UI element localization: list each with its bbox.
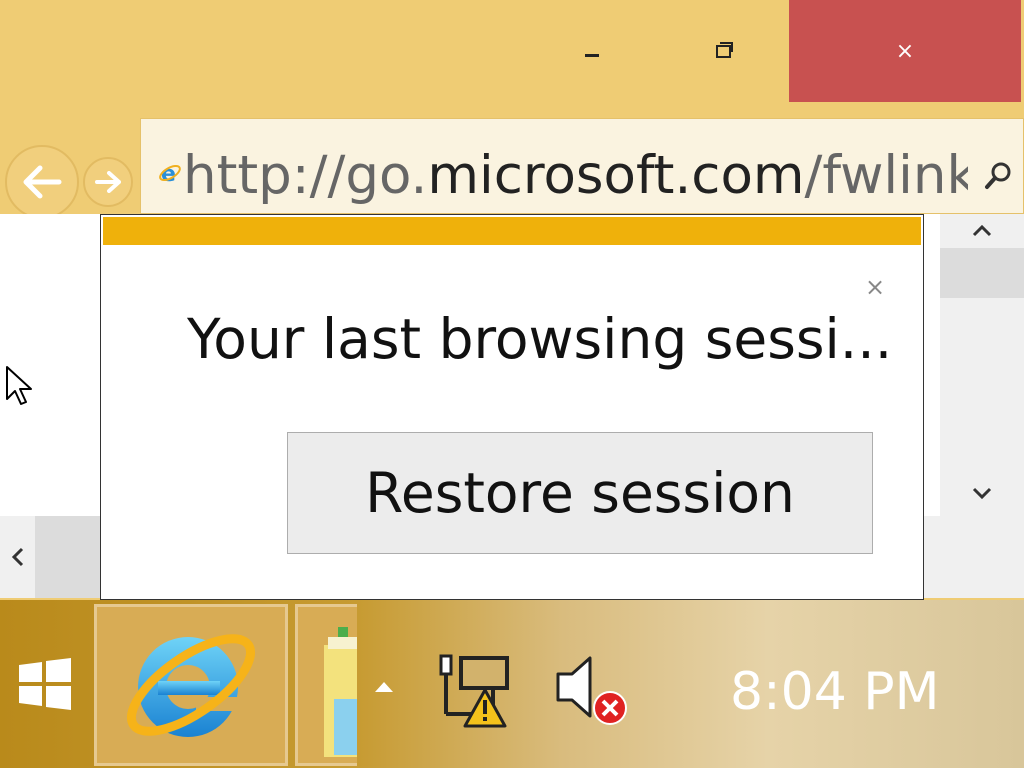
restore-session-dialog: × Your last browsing sessi... Restore se… [100,214,924,600]
forward-button[interactable] [83,157,133,207]
taskbar-file-explorer[interactable] [295,604,357,766]
url-text[interactable]: http://go.microsoft.com/fwlink [183,145,968,207]
scroll-left-icon [11,547,23,567]
ie-favicon-icon: e [159,162,181,185]
scroll-down-button[interactable] [940,476,1024,510]
dialog-close-button[interactable]: × [865,273,885,301]
windows-logo-icon[interactable] [17,657,73,711]
network-warning-icon[interactable] [433,650,515,730]
restore-session-button[interactable]: Restore session [287,432,873,554]
taskbar-internet-explorer[interactable] [94,604,288,766]
taskbar: 8:04 PM [0,600,1024,768]
mouse-pointer-icon [6,366,32,405]
back-arrow-icon [23,165,62,199]
navigation-bar: e http://go.microsoft.com/fwlink [0,118,1024,219]
tray-chevron-icon[interactable] [375,682,393,692]
close-window-button[interactable]: × [789,0,1021,102]
minimize-icon [585,53,599,57]
maximize-icon [715,41,733,58]
file-explorer-icon [324,627,357,757]
title-bar: × [0,0,1024,118]
scroll-up-icon [972,224,992,237]
search-icon[interactable] [984,161,1012,191]
scroll-down-icon [972,487,992,500]
maximize-button[interactable] [674,0,772,102]
horizontal-scroll-thumb[interactable] [35,516,105,598]
taskbar-clock[interactable]: 8:04 PM [730,662,940,722]
close-icon: × [895,38,915,64]
minimize-button[interactable] [543,0,641,102]
dialog-accent-bar [103,217,921,245]
scroll-left-button[interactable] [0,516,35,598]
internet-explorer-icon [126,634,256,737]
volume-muted-icon[interactable] [552,650,632,730]
dialog-message: Your last browsing sessi... [187,307,893,371]
vertical-scroll-thumb[interactable] [940,248,1024,298]
scroll-up-button[interactable] [940,214,1024,248]
address-bar[interactable]: e http://go.microsoft.com/fwlink [140,118,1024,214]
forward-arrow-icon [95,171,121,193]
back-button[interactable] [5,145,79,219]
vertical-scrollbar[interactable] [940,214,1024,516]
